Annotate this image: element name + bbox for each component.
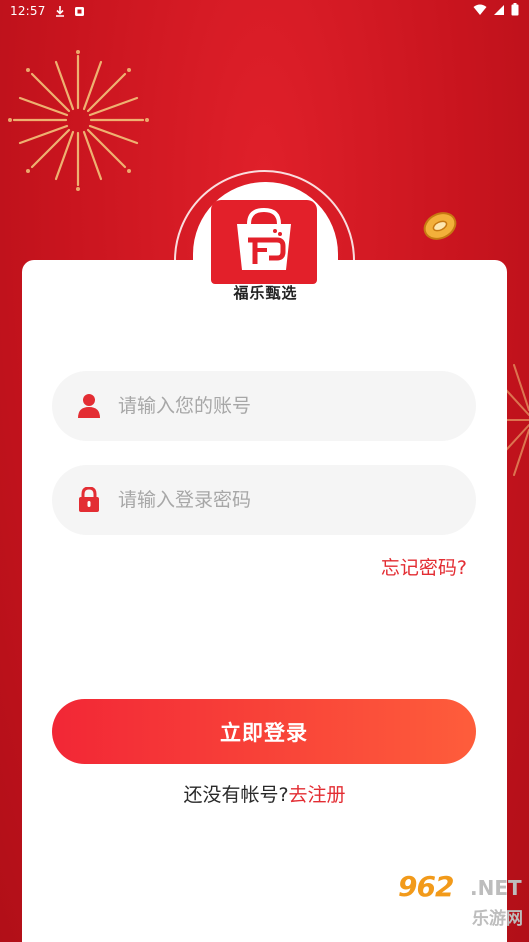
wifi-icon xyxy=(473,4,487,19)
watermark-site-name: 乐游网 xyxy=(472,909,523,929)
notification-icon xyxy=(74,6,85,17)
status-bar: 12:57 xyxy=(0,0,529,22)
download-icon xyxy=(54,5,66,17)
fireworks-decoration xyxy=(6,48,151,193)
watermark: 962 .NET 乐游网 xyxy=(392,868,529,942)
forgot-password-link[interactable]: 忘记密码? xyxy=(381,553,467,580)
watermark-domain: .NET xyxy=(470,876,522,900)
watermark-number: 962 xyxy=(398,870,454,903)
password-field[interactable] xyxy=(52,465,476,535)
status-time: 12:57 xyxy=(10,4,46,18)
battery-icon xyxy=(511,3,519,19)
signal-icon xyxy=(493,4,505,19)
gold-coin-icon xyxy=(420,206,460,246)
register-link[interactable]: 去注册 xyxy=(289,784,346,806)
login-card xyxy=(22,260,507,942)
password-input[interactable] xyxy=(118,480,458,520)
app-name: 福乐甄选 xyxy=(233,284,298,302)
account-field[interactable] xyxy=(52,371,476,441)
lock-icon xyxy=(76,487,102,513)
account-input[interactable] xyxy=(118,386,458,426)
user-icon xyxy=(76,393,102,419)
shopping-bag-logo-icon xyxy=(211,200,317,284)
register-row: 还没有帐号?去注册 xyxy=(0,780,529,807)
login-button[interactable]: 立即登录 xyxy=(52,699,476,764)
register-prompt: 还没有帐号? xyxy=(183,784,289,806)
status-right-icons xyxy=(473,3,519,19)
